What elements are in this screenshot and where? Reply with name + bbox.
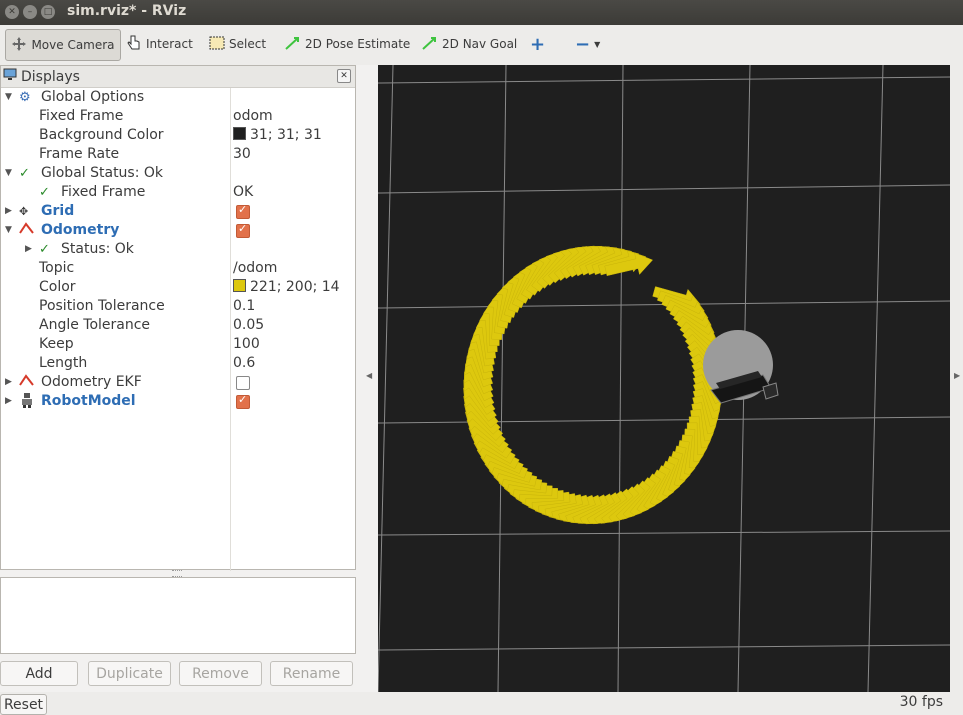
green-arrow-icon	[422, 36, 438, 53]
grid-line	[377, 416, 951, 424]
chevron-right-icon[interactable]: ▶	[25, 240, 32, 259]
tree-row-odometry-ekf[interactable]: ▶ Odometry EKF	[1, 373, 355, 392]
grid-line	[377, 76, 951, 84]
duplicate-button[interactable]: Duplicate	[88, 661, 171, 686]
color-swatch	[233, 127, 246, 140]
grid-line	[497, 64, 507, 693]
tree-row-topic[interactable]: Topic /odom	[1, 259, 355, 278]
move-camera-button[interactable]: Move Camera	[5, 29, 121, 61]
fps-readout: 30 fps	[899, 694, 943, 710]
add-button[interactable]: Add	[0, 661, 78, 686]
chevron-down-icon[interactable]: ▼	[5, 221, 12, 240]
select-button[interactable]: Select	[209, 29, 266, 59]
hand-pointer-icon	[126, 34, 142, 55]
grid-line	[617, 64, 624, 693]
move-camera-icon	[11, 36, 27, 55]
grid-line	[377, 530, 951, 536]
odometry-icon	[19, 373, 35, 393]
gear-icon: ⚙	[19, 90, 31, 105]
status-bar: Reset 30 fps	[0, 692, 963, 715]
checkmark-icon: ✓	[19, 166, 30, 181]
close-icon[interactable]: ✕	[337, 69, 351, 83]
reset-button[interactable]: Reset	[0, 694, 47, 715]
minimize-window-icon[interactable]: –	[23, 5, 37, 19]
tree-row-position-tolerance[interactable]: Position Tolerance 0.1	[1, 297, 355, 316]
chevron-right-icon[interactable]: ▶	[5, 373, 12, 392]
select-box-icon	[209, 36, 225, 53]
collapse-left-icon[interactable]: ◀	[366, 371, 372, 380]
tree-row-global-options[interactable]: ▼ ⚙ Global Options	[1, 88, 355, 107]
grid-checkbox[interactable]	[236, 203, 250, 219]
grid-icon: ✥	[19, 205, 29, 218]
description-panel	[0, 577, 356, 654]
grid-line	[867, 64, 884, 693]
grid-line	[377, 184, 951, 194]
grid-line	[377, 64, 394, 693]
tree-row-fixed-frame[interactable]: Fixed Frame odom	[1, 107, 355, 126]
rename-button[interactable]: Rename	[270, 661, 353, 686]
tree-row-angle-tolerance[interactable]: Angle Tolerance 0.05	[1, 316, 355, 335]
odometry-ekf-checkbox[interactable]	[236, 376, 250, 390]
3d-viewport[interactable]	[377, 64, 951, 693]
panel-splitter[interactable]	[172, 570, 182, 577]
interact-button[interactable]: Interact	[126, 29, 193, 59]
toolbar: Move Camera Interact Select 2D Pose Esti…	[0, 25, 963, 65]
maximize-window-icon[interactable]: □	[41, 5, 55, 19]
right-splitter[interactable]: ▶	[950, 65, 963, 692]
2d-pose-estimate-button[interactable]: 2D Pose Estimate	[285, 29, 410, 59]
tree-row-length[interactable]: Length 0.6	[1, 354, 355, 373]
checkmark-icon: ✓	[39, 242, 50, 257]
checkmark-icon: ✓	[39, 185, 50, 200]
tree-row-grid[interactable]: ▶ ✥ Grid	[1, 202, 355, 221]
minus-icon: −	[575, 33, 591, 55]
remove-button[interactable]: Remove	[179, 661, 262, 686]
robot-icon	[19, 392, 35, 414]
collapse-right-icon[interactable]: ▶	[954, 371, 960, 380]
odometry-checkbox[interactable]	[236, 222, 250, 238]
color-swatch	[233, 279, 246, 292]
grid	[377, 64, 951, 693]
tree-row-robot-model[interactable]: ▶ RobotModel	[1, 392, 355, 411]
tree-row-color[interactable]: Color 221; 200; 14	[1, 278, 355, 297]
chevron-right-icon[interactable]: ▶	[5, 392, 12, 411]
tree-row-status-fixed-frame[interactable]: ✓ Fixed Frame OK	[1, 183, 355, 202]
odometry-icon	[19, 221, 35, 241]
close-window-icon[interactable]: ✕	[5, 5, 19, 19]
plus-icon: +	[530, 33, 546, 55]
tree-row-background-color[interactable]: Background Color 31; 31; 31	[1, 126, 355, 145]
remove-tool-button[interactable]: − ▼	[575, 29, 600, 59]
tree-row-odometry[interactable]: ▼ Odometry	[1, 221, 355, 240]
tree-row-odometry-status[interactable]: ▶ ✓ Status: Ok	[1, 240, 355, 259]
displays-panel: Displays ✕ ▼ ⚙ Global Options Fixed Fram…	[0, 65, 356, 571]
2d-nav-goal-button[interactable]: 2D Nav Goal	[422, 29, 517, 59]
robot-model	[703, 330, 779, 404]
tree-row-global-status[interactable]: ▼ ✓ Global Status: Ok	[1, 164, 355, 183]
monitor-icon	[3, 68, 17, 85]
tree-row-frame-rate[interactable]: Frame Rate 30	[1, 145, 355, 164]
displays-header: Displays ✕	[1, 66, 355, 88]
robot-model-checkbox[interactable]	[236, 393, 250, 409]
chevron-down-icon[interactable]: ▼	[5, 164, 12, 183]
chevron-right-icon[interactable]: ▶	[5, 202, 12, 221]
chevron-down-icon: ▼	[594, 39, 601, 49]
green-arrow-icon	[285, 36, 301, 53]
scene-canvas[interactable]	[377, 64, 951, 693]
title-bar: ✕ – □ sim.rviz* - RViz	[0, 0, 963, 25]
tree-row-keep[interactable]: Keep 100	[1, 335, 355, 354]
displays-title: Displays	[21, 68, 80, 85]
chevron-down-icon[interactable]: ▼	[5, 88, 12, 107]
window-title: sim.rviz* - RViz	[67, 3, 187, 19]
grid-line	[377, 644, 951, 651]
add-tool-button[interactable]: +	[530, 29, 545, 59]
splitter-handle[interactable]: ◀	[360, 65, 376, 692]
